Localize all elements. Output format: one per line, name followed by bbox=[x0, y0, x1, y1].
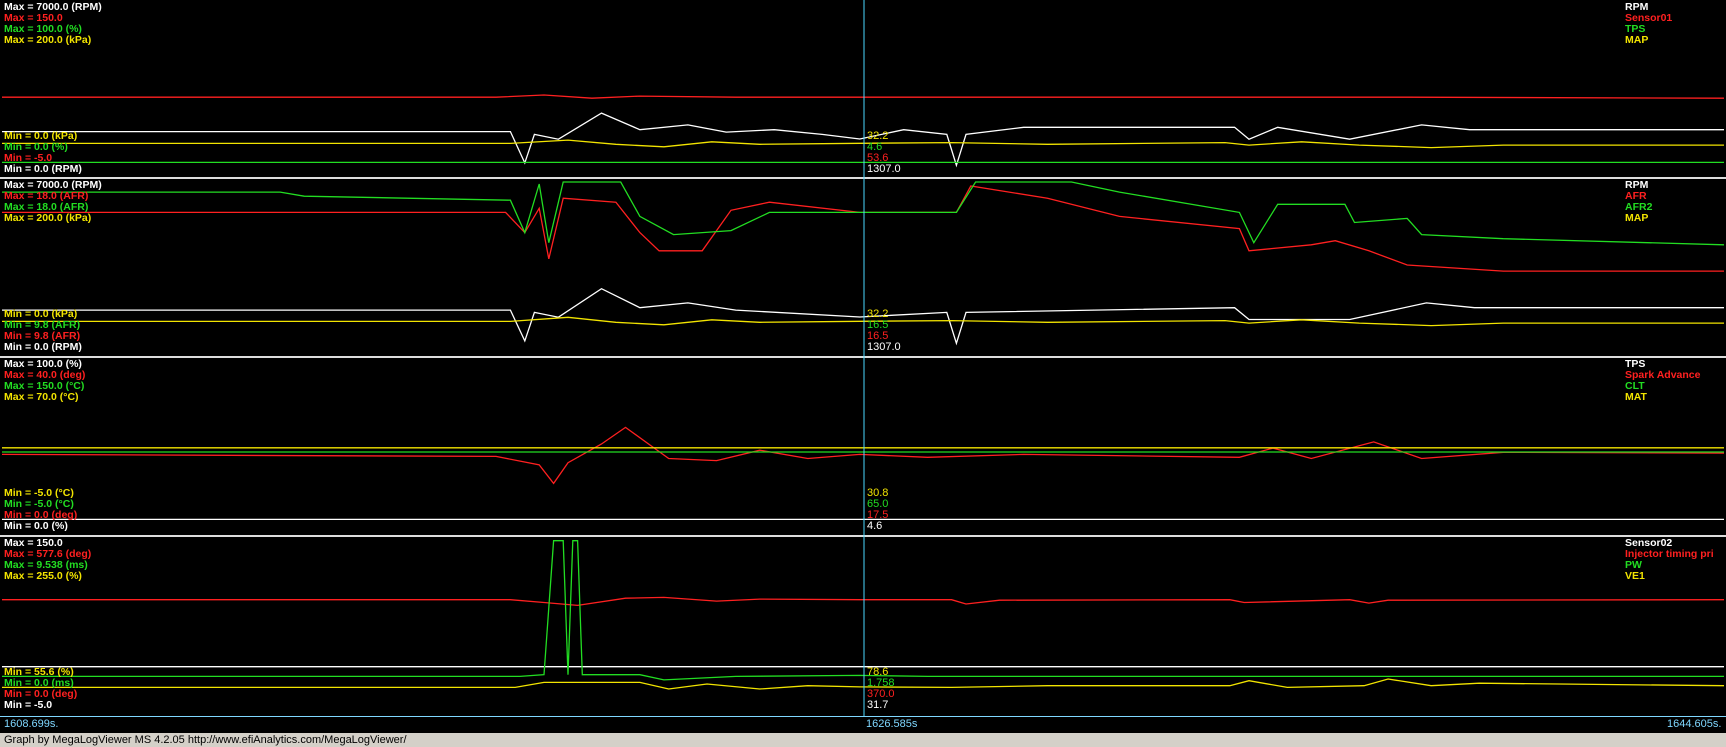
min-label: Min = 0.0 (%) bbox=[4, 520, 68, 532]
cursor-value: 31.7 bbox=[867, 699, 889, 711]
time-start-label: 1608.699s. bbox=[4, 718, 59, 730]
min-label: Min = 0.0 (RPM) bbox=[4, 341, 82, 353]
footer-credit: Graph by MegaLogViewer MS 4.2.05 http://… bbox=[4, 734, 407, 746]
legend-entry: MAT bbox=[1625, 391, 1647, 403]
series-line-ve1 bbox=[2, 678, 1725, 690]
min-label: Min = -5.0 bbox=[4, 699, 53, 711]
series-line-sensor01 bbox=[2, 94, 1725, 99]
series-line-pw bbox=[2, 540, 1724, 681]
series-line-injector-timing-pri bbox=[2, 596, 1725, 607]
log-graph-svg[interactable] bbox=[0, 0, 1726, 747]
legend-entry: MAP bbox=[1625, 212, 1649, 224]
max-label: Max = 200.0 (kPa) bbox=[4, 34, 92, 46]
cursor-value: 4.6 bbox=[867, 520, 883, 532]
series-line-afr2 bbox=[2, 181, 1725, 246]
series-line-map bbox=[2, 139, 1724, 149]
series-line-rpm bbox=[2, 112, 1724, 168]
series-line-rpm bbox=[2, 287, 1724, 346]
cursor-value: 1307.0 bbox=[867, 341, 901, 353]
status-footer: Graph by MegaLogViewer MS 4.2.05 http://… bbox=[0, 733, 1726, 747]
max-label: Max = 70.0 (°C) bbox=[4, 391, 79, 403]
max-label: Max = 255.0 (%) bbox=[4, 570, 82, 582]
series-line-map bbox=[2, 316, 1724, 327]
time-end-label: 1644.605s. bbox=[1667, 718, 1722, 730]
series-line-spark-advance bbox=[1, 426, 1725, 485]
graph-stage[interactable]: Max = 7000.0 (RPM) Max = 150.0 Max = 100.0… bbox=[0, 0, 1726, 747]
cursor-value: 1307.0 bbox=[867, 163, 901, 175]
time-axis[interactable] bbox=[0, 716, 1726, 734]
min-label: Min = 0.0 (RPM) bbox=[4, 163, 82, 175]
max-label: Max = 200.0 (kPa) bbox=[4, 212, 92, 224]
time-cursor-label: 1626.585s bbox=[866, 718, 918, 730]
legend-entry: VE1 bbox=[1625, 570, 1645, 582]
series-line-afr bbox=[2, 185, 1724, 272]
legend-entry: MAP bbox=[1625, 34, 1649, 46]
